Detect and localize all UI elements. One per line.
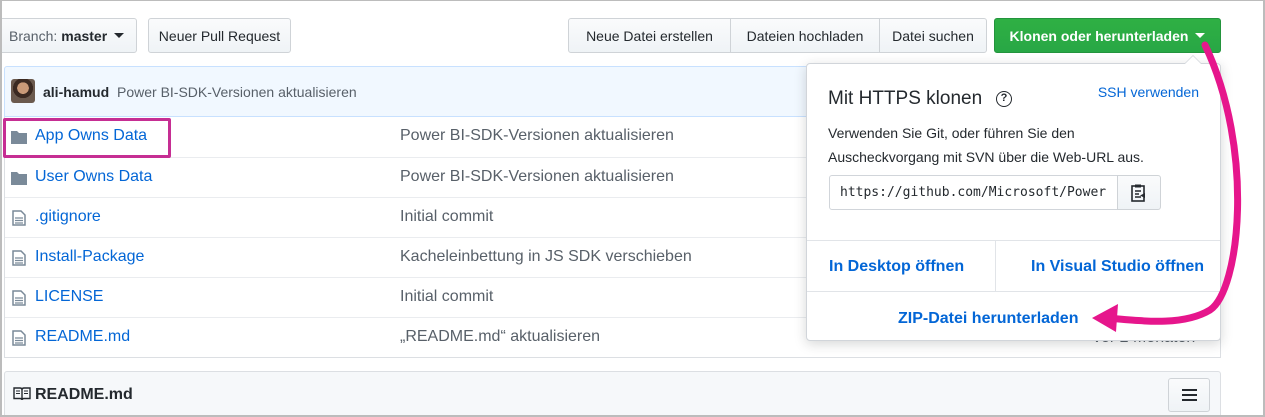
highlight-annotation-box	[3, 118, 171, 158]
book-icon	[13, 387, 31, 401]
file-commit-message[interactable]: Power BI-SDK-Versionen aktualisieren	[400, 168, 674, 186]
folder-icon	[11, 172, 27, 185]
clone-download-button[interactable]: Klonen oder herunterladen	[994, 18, 1221, 53]
clone-panel-title: Mit HTTPS klonen	[828, 88, 983, 109]
file-name-link[interactable]: User Owns Data	[35, 168, 152, 186]
file-name-link[interactable]: README.md	[35, 328, 130, 346]
create-file-label: Neue Datei erstellen	[586, 27, 713, 44]
file-commit-message[interactable]: Kacheleinbettung in JS SDK verschieben	[400, 248, 692, 266]
file-commit-message[interactable]: „README.md“ aktualisieren	[400, 328, 600, 346]
clone-description: Verwenden Sie Git, oder führen Sie den A…	[828, 125, 1144, 165]
commit-author[interactable]: ali-hamud	[43, 84, 109, 100]
create-file-button[interactable]: Neue Datei erstellen	[568, 18, 731, 53]
commit-message[interactable]: Power BI-SDK-Versionen aktualisieren	[117, 84, 357, 100]
clone-url-input[interactable]	[829, 175, 1118, 210]
upload-files-button[interactable]: Dateien hochladen	[730, 18, 880, 53]
file-name-link[interactable]: .gitignore	[35, 208, 101, 226]
clone-download-label: Klonen oder herunterladen	[1009, 27, 1189, 44]
readme-title: README.md	[35, 386, 133, 403]
readme-header: README.md	[4, 371, 1221, 417]
branch-label: Branch:	[9, 27, 58, 44]
file-name-link[interactable]: LICENSE	[35, 288, 103, 306]
file-commit-message[interactable]: Initial commit	[400, 288, 493, 306]
find-file-label: Datei suchen	[892, 27, 974, 44]
download-zip-link[interactable]: ZIP-Datei herunterladen	[898, 310, 1078, 328]
clone-dropdown: Mit HTTPS klonen ? SSH verwenden Verwend…	[806, 55, 1221, 341]
help-icon[interactable]: ?	[996, 91, 1012, 107]
file-icon	[12, 210, 26, 226]
clipboard-icon	[1131, 184, 1145, 202]
avatar[interactable]	[11, 79, 35, 103]
branch-select-button[interactable]: Branch: master	[0, 18, 137, 53]
file-commit-message[interactable]: Power BI-SDK-Versionen aktualisieren	[400, 127, 674, 145]
find-file-button[interactable]: Datei suchen	[879, 18, 987, 53]
open-in-desktop-link[interactable]: In Desktop öffnen	[829, 258, 964, 276]
file-icon	[12, 250, 26, 266]
readme-menu-button[interactable]	[1168, 378, 1210, 412]
file-icon	[12, 330, 26, 346]
divider	[807, 240, 1220, 241]
file-commit-message[interactable]: Initial commit	[400, 208, 493, 226]
chevron-down-icon	[1195, 33, 1206, 38]
chevron-down-icon	[114, 33, 125, 38]
open-in-visual-studio-link[interactable]: In Visual Studio öffnen	[1031, 258, 1204, 276]
upload-files-label: Dateien hochladen	[746, 27, 864, 44]
copy-url-button[interactable]	[1117, 175, 1161, 210]
divider	[995, 241, 996, 291]
branch-value: master	[61, 27, 108, 44]
use-ssh-link[interactable]: SSH verwenden	[1098, 84, 1199, 100]
new-pull-request-button[interactable]: Neuer Pull Request	[148, 18, 291, 53]
new-pull-request-label: Neuer Pull Request	[158, 27, 281, 44]
divider	[807, 291, 1220, 292]
file-icon	[12, 290, 26, 306]
file-name-link[interactable]: Install-Package	[35, 248, 144, 266]
